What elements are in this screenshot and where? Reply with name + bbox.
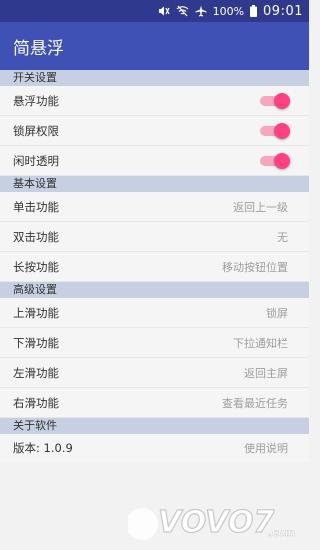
setting-row-swipe-left[interactable]: 左滑功能 返回主屏	[0, 358, 309, 388]
toggle-thumb	[274, 122, 290, 139]
setting-row-long-press[interactable]: 长按功能 移动按钮位置	[0, 252, 309, 282]
setting-label: 锁屏权限	[13, 123, 59, 138]
setting-label: 闲时透明	[13, 153, 59, 168]
status-bar: 100% 09:01	[0, 0, 309, 22]
mute-icon	[158, 5, 170, 17]
setting-value: 返回上一级	[233, 200, 288, 214]
battery-icon	[250, 5, 258, 17]
airplane-mode-icon	[195, 5, 207, 17]
setting-value: 无	[277, 230, 288, 244]
section-header-advanced: 高级设置	[0, 282, 309, 298]
setting-row-idle-transparent[interactable]: 闲时透明	[0, 146, 309, 176]
setting-value: 下拉通知栏	[233, 336, 288, 350]
about-row[interactable]: 版本: 1.0.9 使用说明	[0, 434, 309, 462]
watermark-suffix: .com	[268, 528, 295, 539]
wifi-off-icon	[176, 5, 189, 17]
setting-row-swipe-right[interactable]: 右滑功能 查看最近任务	[0, 388, 309, 418]
setting-label: 双击功能	[13, 229, 59, 244]
setting-label: 右滑功能	[13, 395, 59, 410]
setting-value: 移动按钮位置	[222, 260, 288, 274]
setting-row-swipe-up[interactable]: 上滑功能 锁屏	[0, 298, 309, 328]
setting-label: 上滑功能	[13, 305, 59, 320]
setting-row-swipe-down[interactable]: 下滑功能 下拉通知栏	[0, 328, 309, 358]
watermark-logo: VOVO7 .com	[126, 496, 303, 544]
lockscreen-toggle[interactable]	[260, 122, 290, 139]
section-header-about: 关于软件	[0, 418, 309, 434]
setting-value: 返回主屏	[244, 366, 288, 380]
setting-label: 单击功能	[13, 199, 59, 214]
setting-label: 悬浮功能	[13, 93, 59, 108]
float-toggle[interactable]	[260, 92, 290, 109]
toggle-thumb	[274, 152, 290, 169]
setting-value: 查看最近任务	[222, 396, 288, 410]
setting-value: 锁屏	[266, 306, 288, 320]
battery-percent: 100%	[212, 4, 245, 18]
watermark-text: VOVO7	[158, 505, 274, 540]
setting-label: 下滑功能	[13, 335, 59, 350]
app-title: 简悬浮	[13, 38, 64, 59]
toggle-thumb	[274, 92, 290, 109]
idle-transparent-toggle[interactable]	[260, 152, 290, 169]
app-bar: 简悬浮	[0, 22, 309, 70]
version-label: 版本: 1.0.9	[13, 441, 73, 455]
setting-label: 长按功能	[13, 259, 59, 274]
section-header-switches: 开关设置	[0, 70, 309, 86]
help-link[interactable]: 使用说明	[244, 440, 288, 456]
setting-row-single-tap[interactable]: 单击功能 返回上一级	[0, 192, 309, 222]
setting-row-lockscreen[interactable]: 锁屏权限	[0, 116, 309, 146]
setting-row-float[interactable]: 悬浮功能	[0, 86, 309, 116]
section-header-basic: 基本设置	[0, 176, 309, 192]
clock: 09:01	[263, 3, 303, 19]
setting-row-double-tap[interactable]: 双击功能 无	[0, 222, 309, 252]
setting-label: 左滑功能	[13, 365, 59, 380]
